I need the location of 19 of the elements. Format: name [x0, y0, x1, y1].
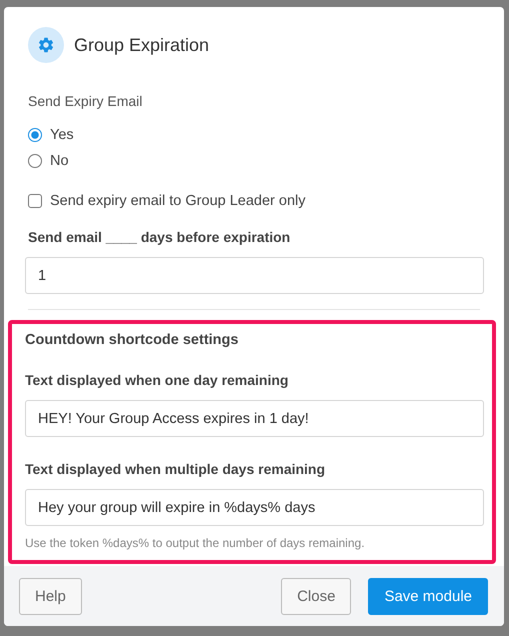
dialog-title: Group Expiration: [74, 34, 210, 56]
checkbox[interactable]: [28, 194, 42, 208]
checkbox-label: Send expiry email to Group Leader only: [50, 193, 306, 209]
field-label: Text displayed when one day remaining: [24, 372, 290, 388]
settings-icon: [28, 27, 64, 63]
radio-label: Yes: [50, 127, 74, 143]
field-label: Send Expiry Email: [27, 93, 144, 109]
field-label: Text displayed when multiple days remaining: [24, 461, 326, 477]
section-heading: Countdown shortcode settings: [24, 332, 240, 348]
secondary-button[interactable]: Close: [281, 578, 352, 614]
input-field[interactable]: 1: [25, 257, 484, 294]
secondary-button[interactable]: Help: [19, 578, 82, 614]
radio-label: No: [50, 153, 69, 169]
input-field[interactable]: Hey your group will expire in %days% days: [25, 489, 484, 526]
radio-button[interactable]: [28, 154, 42, 168]
help-text: Use the token %days% to output the number of days remaining.: [24, 536, 366, 550]
radio-button[interactable]: [28, 128, 42, 142]
input-field[interactable]: HEY! Your Group Access expires in 1 day!: [25, 400, 484, 437]
field-label: Send email ____ days before expiration: [27, 229, 292, 245]
